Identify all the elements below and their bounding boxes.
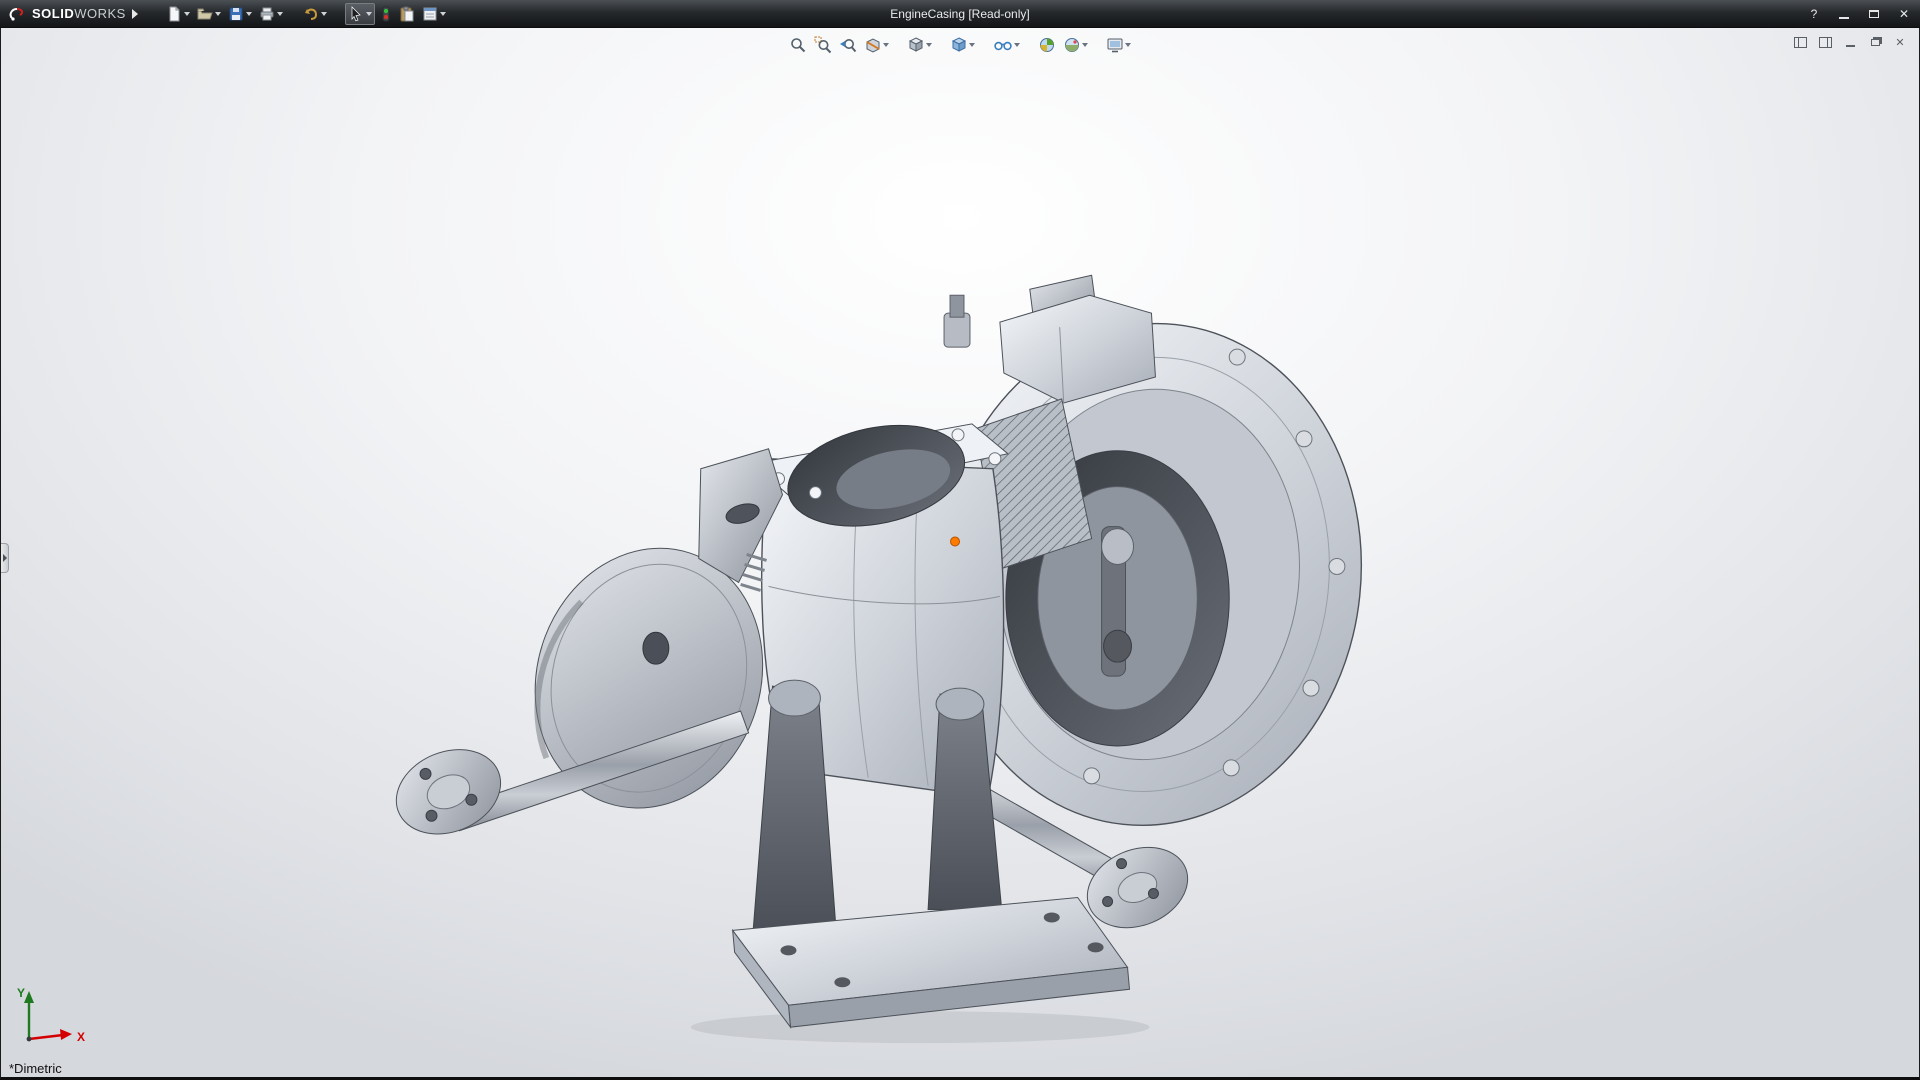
edit-appearance-button[interactable]	[1036, 34, 1058, 56]
zoom-to-fit-button[interactable]	[787, 34, 809, 56]
maximize-icon	[1869, 10, 1879, 18]
rebuild-button[interactable]	[378, 3, 394, 25]
apply-scene-button[interactable]	[1061, 34, 1090, 56]
previous-view-button[interactable]	[837, 34, 859, 56]
hide-show-items-icon	[994, 41, 1012, 51]
dropdown-caret-icon[interactable]	[1082, 43, 1088, 47]
open-button[interactable]	[195, 3, 223, 25]
window-controls: ? ✕	[1802, 0, 1916, 28]
display-style-button[interactable]	[948, 34, 977, 56]
titlebar: SOLIDWORKS EngineCasing [Read-only] ? ✕	[0, 0, 1920, 28]
zoom-to-area-button[interactable]	[812, 34, 834, 56]
paste-button[interactable]	[397, 3, 417, 25]
apply-scene-icon	[1065, 38, 1079, 52]
help-button[interactable]: ?	[1802, 4, 1826, 24]
brand-text: SOLIDWORKS	[32, 6, 126, 21]
maximize-button[interactable]	[1862, 4, 1886, 24]
dropdown-caret-icon[interactable]	[245, 11, 252, 16]
save-icon	[229, 7, 243, 20]
brand-light: WORKS	[74, 6, 126, 21]
edit-appearance-icon	[1040, 38, 1054, 52]
minimize-document-icon	[1845, 45, 1855, 47]
previous-view-icon	[840, 39, 857, 53]
view-settings-icon	[1107, 38, 1123, 53]
minimize-icon	[1839, 17, 1849, 19]
restore-document-icon	[1870, 39, 1880, 46]
x-axis-label: X	[77, 1030, 85, 1044]
dropdown-caret-icon[interactable]	[320, 11, 327, 16]
selection-point	[950, 536, 960, 547]
headsup-view-toolbar	[787, 34, 1133, 56]
options-icon	[423, 7, 437, 20]
document-window-controls: ✕	[1791, 35, 1909, 50]
save-button[interactable]	[226, 3, 254, 25]
view-orientation-icon	[908, 37, 924, 52]
hide-show-items-button[interactable]	[991, 34, 1022, 56]
zoom-to-fit-icon	[791, 38, 806, 53]
graphics-viewport[interactable]: ✕ Y X *Dimetric	[0, 28, 1920, 1080]
dropdown-caret-icon[interactable]	[183, 11, 190, 16]
dassault-logo-icon	[9, 7, 24, 21]
solidworks-menu[interactable]: SOLIDWORKS	[0, 0, 146, 27]
new-document-button[interactable]	[164, 3, 192, 25]
restore-document-button[interactable]	[1866, 35, 1884, 50]
view-orientation-button[interactable]	[905, 34, 934, 56]
undo-button[interactable]	[301, 3, 329, 25]
view-orientation-label: *Dimetric	[9, 1061, 62, 1076]
pane-split-right-icon	[1818, 37, 1832, 48]
section-view-icon	[866, 38, 880, 53]
close-button[interactable]: ✕	[1892, 4, 1916, 24]
view-settings-button[interactable]	[1104, 34, 1133, 56]
dropdown-caret-icon[interactable]	[439, 11, 446, 16]
minimize-document-button[interactable]	[1841, 35, 1859, 50]
main-toolbar	[164, 2, 448, 25]
select-cursor-icon	[351, 5, 361, 21]
dropdown-caret-icon[interactable]	[1125, 43, 1131, 47]
paste-clipboard-icon	[400, 6, 414, 21]
dropdown-caret-icon[interactable]	[1014, 43, 1020, 47]
close-document-button[interactable]: ✕	[1891, 35, 1909, 50]
pane-split-right-button[interactable]	[1816, 35, 1834, 50]
window-title: EngineCasing [Read-only]	[890, 6, 1030, 21]
select-button[interactable]	[344, 2, 375, 25]
dropdown-caret-icon[interactable]	[969, 43, 975, 47]
minimize-button[interactable]	[1832, 4, 1856, 24]
display-style-icon	[951, 37, 967, 52]
rebuild-icon	[382, 6, 390, 21]
y-axis-label: Y	[17, 986, 25, 1000]
new-document-icon	[169, 6, 180, 21]
print-button[interactable]	[257, 3, 285, 25]
open-icon	[197, 8, 213, 19]
undo-icon	[304, 8, 317, 20]
brand-bold: SOLID	[32, 6, 75, 21]
pane-split-left-icon	[1793, 37, 1807, 48]
print-icon	[260, 7, 274, 20]
pane-split-left-button[interactable]	[1791, 35, 1809, 50]
reference-triad: Y X	[17, 986, 85, 1044]
zoom-to-area-icon	[814, 36, 832, 54]
section-view-button[interactable]	[862, 34, 891, 56]
options-button[interactable]	[420, 3, 448, 25]
dropdown-caret-icon[interactable]	[214, 11, 221, 16]
engine-casing-model[interactable]	[1, 28, 1919, 1077]
dropdown-caret-icon[interactable]	[276, 11, 283, 16]
feature-tree-collapsed-tab[interactable]	[1, 543, 9, 573]
expand-panel-arrow-icon	[2, 554, 7, 562]
menu-expand-arrow-icon[interactable]	[131, 8, 138, 19]
dropdown-caret-icon[interactable]	[365, 11, 372, 16]
dropdown-caret-icon[interactable]	[926, 43, 932, 47]
dropdown-caret-icon[interactable]	[883, 43, 889, 47]
